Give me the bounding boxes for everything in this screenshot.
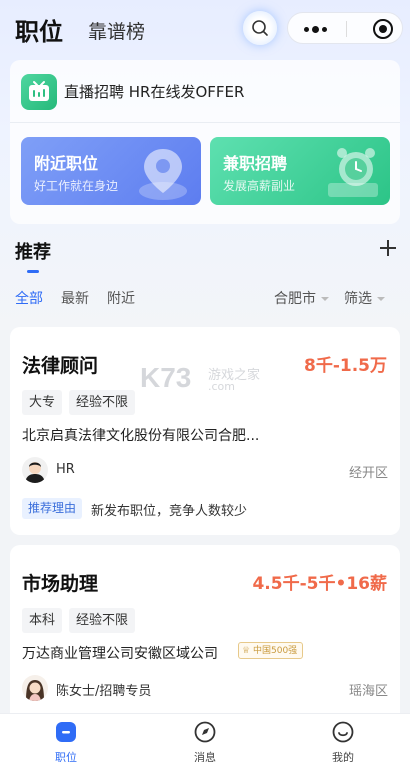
job-salary: 8千-1.5万	[304, 356, 387, 376]
bottom-tab-bar: 职位 消息 我的	[0, 713, 410, 762]
recommend-underline	[27, 270, 39, 273]
job-title: 市场助理	[22, 573, 99, 595]
nav-messages-label: 消息	[194, 751, 216, 762]
part-time-title: 兼职招聘	[223, 154, 288, 173]
close-icon[interactable]	[373, 19, 393, 39]
recruiter-name: HR	[56, 462, 75, 477]
briefcase-icon	[56, 722, 76, 742]
nav-profile[interactable]: 我的	[303, 714, 383, 762]
profile-icon	[332, 721, 354, 743]
job-card[interactable]: 市场助理 4.5千-5千•16薪 本科 经验不限 万达商业管理公司安徽区域公司 …	[10, 545, 400, 725]
company-name: 万达商业管理公司安徽区域公司	[22, 646, 218, 662]
watermark-logo: K73 游戏之家 .com	[140, 362, 261, 393]
more-menu-icon[interactable]	[302, 26, 330, 33]
job-location: 瑶海区	[348, 684, 388, 699]
tab-reliable-ranking[interactable]: 靠谱榜	[88, 17, 145, 44]
avatar	[22, 457, 48, 483]
filter-all[interactable]: 全部	[15, 288, 43, 308]
job-tag: 经验不限	[69, 608, 136, 633]
nav-profile-label: 我的	[332, 751, 354, 762]
message-icon	[194, 721, 216, 743]
job-tag: 大专	[22, 390, 63, 415]
job-tag: 经验不限	[69, 390, 136, 415]
capsule-divider	[346, 21, 347, 37]
job-title: 法律顾问	[22, 355, 99, 377]
fortune-500-badge: 中国500强	[238, 642, 304, 660]
job-salary: 4.5千-5千•16薪	[252, 574, 387, 594]
tab-jobs[interactable]: 职位	[15, 12, 63, 47]
screen-label: 筛选	[344, 291, 372, 307]
nearby-jobs-card[interactable]: 附近职位 好工作就在身边	[21, 137, 201, 205]
live-recruit-banner[interactable]: 直播招聘 HR在线发OFFER	[20, 72, 390, 110]
part-time-jobs-card[interactable]: 兼职招聘 发展高薪副业	[210, 137, 390, 205]
city-label: 合肥市	[274, 291, 316, 307]
chevron-down-icon	[321, 297, 329, 301]
add-icon[interactable]	[378, 238, 398, 258]
search-button[interactable]	[243, 11, 277, 45]
recruiter-name: 陈女士/招聘专员	[56, 684, 152, 699]
divider	[10, 122, 400, 123]
top-header: 职位 靠谱榜	[0, 0, 410, 58]
reason-badge: 推荐理由	[22, 498, 83, 519]
part-time-subtitle: 发展高薪副业	[223, 179, 296, 193]
nearby-jobs-subtitle: 好工作就在身边	[34, 179, 119, 193]
alarm-clock-icon	[328, 148, 378, 197]
nav-jobs-label: 职位	[55, 751, 77, 762]
avatar	[22, 675, 48, 701]
live-recruit-card: 直播招聘 HR在线发OFFER 附近职位 好工作就在身边 兼职招聘 发展高薪副业	[10, 60, 400, 224]
nearby-jobs-title: 附近职位	[34, 154, 99, 173]
nav-jobs[interactable]: 职位	[26, 714, 106, 762]
job-location: 经开区	[348, 466, 388, 481]
nav-messages[interactable]: 消息	[165, 714, 245, 762]
screen-dropdown[interactable]: 筛选	[344, 288, 385, 308]
company-name: 北京启真法律文化股份有限公司合肥...	[22, 428, 260, 444]
reason-text: 新发布职位，竞争人数较少	[91, 504, 248, 519]
city-dropdown[interactable]: 合肥市	[274, 288, 329, 308]
recommend-title[interactable]: 推荐	[15, 238, 51, 264]
filter-nearby[interactable]: 附近	[107, 288, 135, 308]
filter-latest[interactable]: 最新	[61, 288, 89, 308]
location-pin-icon	[139, 149, 187, 200]
miniprogram-capsule	[287, 12, 403, 44]
live-recruit-text: 直播招聘 HR在线发OFFER	[64, 83, 245, 101]
tv-icon	[21, 74, 57, 110]
chevron-down-icon	[377, 297, 385, 301]
job-card[interactable]: 法律顾问 8千-1.5万 大专 经验不限 北京启真法律文化股份有限公司合肥...…	[10, 327, 400, 535]
job-tag: 本科	[22, 608, 63, 633]
search-icon	[252, 20, 268, 36]
